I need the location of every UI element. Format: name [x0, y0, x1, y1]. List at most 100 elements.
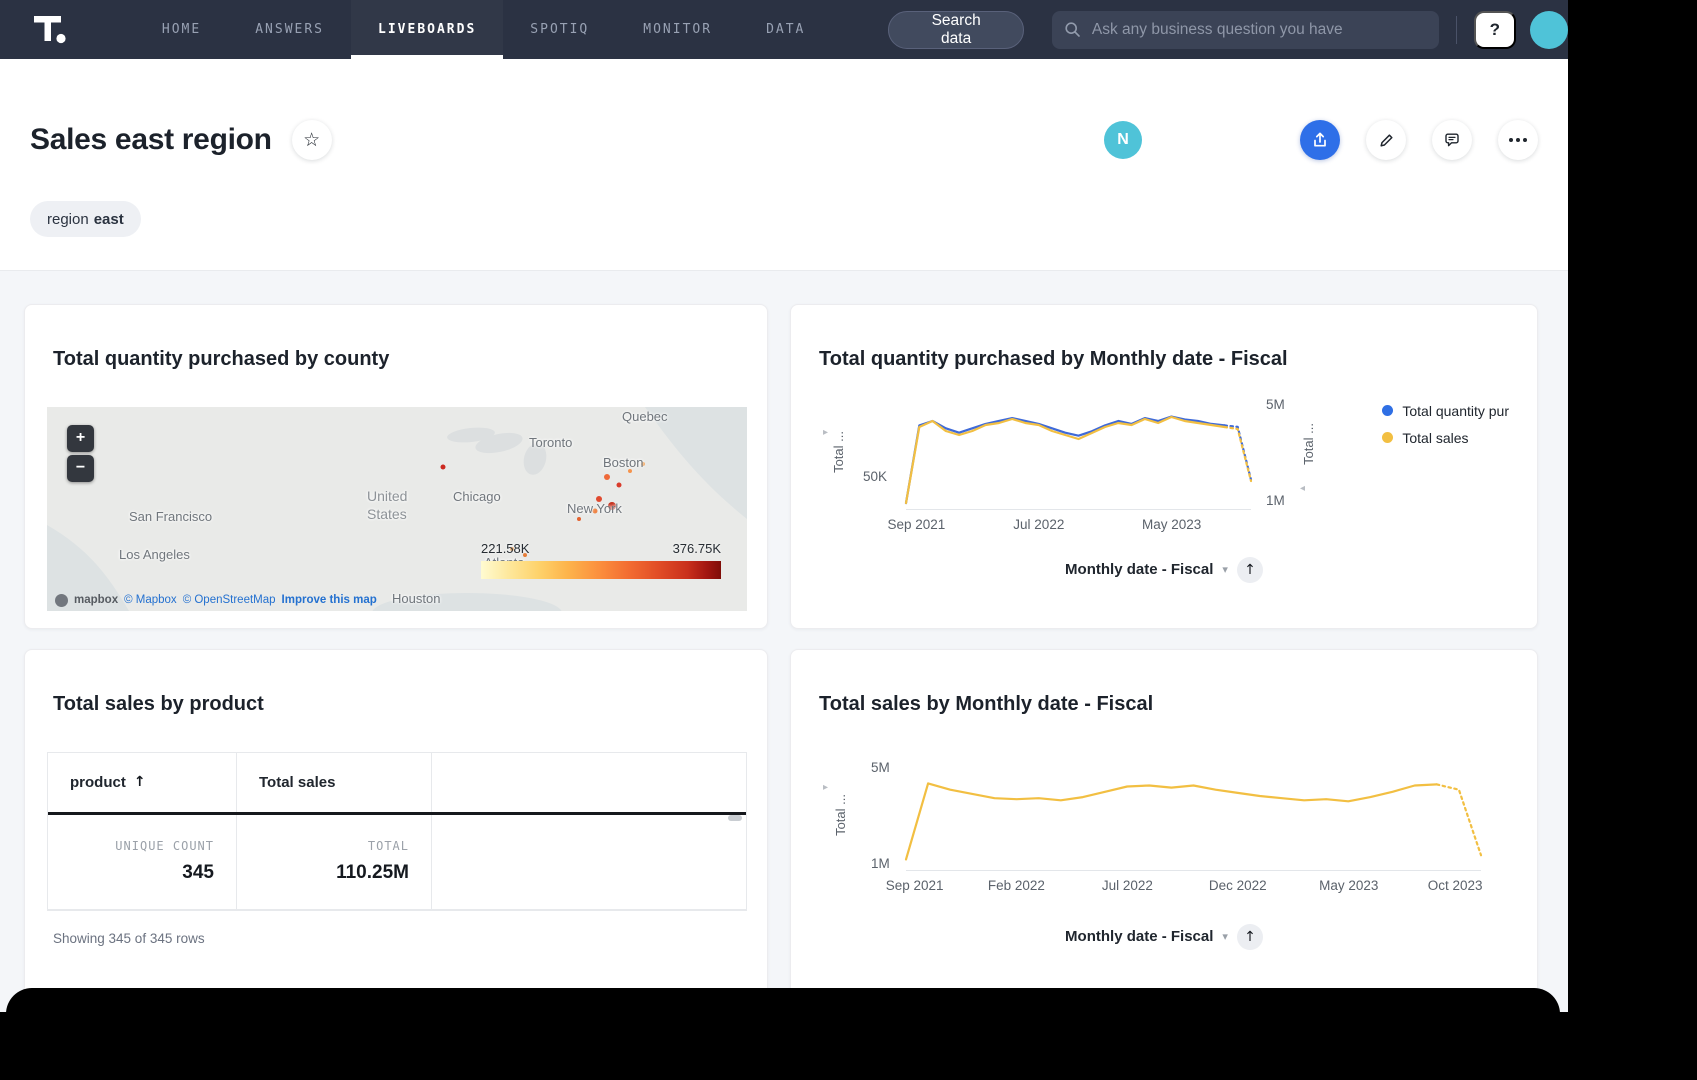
nav-divider [1456, 16, 1457, 44]
card-title: Total quantity purchased by Monthly date… [819, 348, 1509, 371]
star-icon: ☆ [303, 129, 320, 151]
pencil-icon [1378, 132, 1395, 149]
collaborator-avatar[interactable]: N [1104, 121, 1142, 159]
nav-item-answers[interactable]: ANSWERS [228, 0, 351, 59]
map-label: Toronto [529, 435, 572, 450]
right-axis-tick: 1M [1266, 493, 1285, 508]
column-header-empty [432, 753, 746, 812]
x-axis-field-label[interactable]: Monthly date - Fiscal [1065, 928, 1213, 945]
map-label: Chicago [453, 489, 501, 504]
app-window: HOME ANSWERS LIVEBOARDS SPOTIQ MONITOR D… [0, 0, 1568, 1012]
osm-link[interactable]: © OpenStreetMap [183, 594, 276, 606]
map-zoom-controls: + − [67, 425, 94, 482]
summary-cell-total: TOTAL 110.25M [237, 815, 432, 909]
table-summary-row: UNIQUE COUNT 345 TOTAL 110.25M [48, 815, 746, 910]
edit-button[interactable] [1366, 120, 1406, 160]
summary-label: TOTAL [368, 839, 409, 853]
map-attribution: mapbox © Mapbox © OpenStreetMap Improve … [55, 594, 377, 607]
geo-map[interactable]: Quebec Toronto Boston Chicago New York U… [47, 407, 747, 611]
axis-expand-icon[interactable]: ▸ [823, 782, 828, 793]
ask-question-input[interactable] [1090, 20, 1427, 40]
chart-legend: Total quantity pur Total sales [1382, 403, 1509, 446]
scale-min: 221.58K [481, 541, 529, 556]
liveboard-header: Sales east region ☆ N [0, 59, 1568, 271]
left-axis-tick: 1M [871, 856, 890, 871]
bottom-bar [6, 988, 1560, 1080]
share-button[interactable] [1300, 120, 1340, 160]
nav-item-monitor[interactable]: MONITOR [616, 0, 739, 59]
nav-item-spotiq[interactable]: SPOTIQ [503, 0, 616, 59]
right-axis-label: Total ... [1301, 423, 1316, 465]
chart-area: ▸ Total ... 5M 1M Sep 2021 Feb 2022 Jul … [819, 756, 1509, 906]
x-tick: Sep 2021 [887, 517, 945, 532]
user-avatar[interactable] [1530, 11, 1568, 49]
map-label: Quebec [622, 409, 668, 424]
map-label: New York [567, 501, 622, 516]
arrow-up-icon: ↑ [1244, 562, 1256, 578]
thoughtspot-logo-icon[interactable] [30, 8, 73, 52]
chart-area: ▸ Total ... 50K 5M 1M Total ... ◂ Total … [819, 397, 1509, 539]
summary-label: UNIQUE COUNT [115, 839, 214, 853]
header-actions: N [1104, 120, 1538, 160]
comment-button[interactable] [1432, 120, 1472, 160]
filter-chip-region[interactable]: region east [30, 201, 141, 237]
move-axis-up-button[interactable]: ↑ [1237, 924, 1263, 950]
summary-value: 110.25M [336, 862, 409, 884]
x-tick: Jul 2022 [1102, 878, 1153, 893]
mapbox-link[interactable]: © Mapbox [124, 594, 177, 606]
zoom-in-button[interactable]: + [67, 425, 94, 452]
map-label: Boston [603, 455, 643, 470]
card-title: Total sales by product [53, 693, 745, 716]
axis-collapse-icon[interactable]: ◂ [1300, 483, 1305, 494]
axis-expand-icon[interactable]: ▸ [823, 427, 828, 438]
x-axis-ticks: Sep 2021 Jul 2022 May 2023 [906, 517, 1251, 535]
legend-item-sales[interactable]: Total sales [1382, 430, 1509, 446]
improve-map-link[interactable]: Improve this map [282, 594, 377, 606]
map-label: United States [367, 487, 431, 525]
left-axis-label: Total ... [833, 794, 848, 836]
x-tick: Oct 2023 [1428, 878, 1483, 893]
arrow-up-icon: ↑ [1244, 929, 1256, 945]
help-button[interactable]: ? [1474, 11, 1516, 49]
scale-max: 376.75K [673, 541, 721, 556]
caret-down-icon[interactable]: ▾ [1222, 930, 1228, 943]
ask-question-box [1052, 11, 1439, 49]
search-data-button[interactable]: Search data [888, 11, 1024, 49]
column-header-total-sales[interactable]: Total sales [237, 753, 432, 812]
ellipsis-icon [1509, 138, 1527, 142]
summary-cell-empty [432, 815, 746, 909]
search-icon [1064, 21, 1081, 38]
sort-ascending-icon: ↑ [134, 774, 146, 790]
nav-item-data[interactable]: DATA [739, 0, 832, 59]
filter-chip-field: region [47, 211, 89, 228]
share-icon [1311, 131, 1329, 149]
favorite-star-button[interactable]: ☆ [292, 120, 332, 160]
more-options-button[interactable] [1498, 120, 1538, 160]
x-tick: May 2023 [1142, 517, 1201, 532]
table-scrollbar-thumb[interactable] [728, 815, 742, 821]
nav-item-liveboards[interactable]: LIVEBOARDS [351, 0, 503, 59]
card-title: Total sales by Monthly date - Fiscal [819, 693, 1509, 716]
heat-scale: 221.58K 376.75K [481, 541, 721, 579]
table-header-row: product ↑ Total sales [48, 753, 746, 815]
column-header-product[interactable]: product ↑ [48, 753, 237, 812]
x-tick: May 2023 [1319, 878, 1378, 893]
legend-label: Total sales [1402, 430, 1468, 446]
top-nav: HOME ANSWERS LIVEBOARDS SPOTIQ MONITOR D… [0, 0, 1568, 59]
legend-item-quantity[interactable]: Total quantity pur [1382, 403, 1509, 419]
x-axis-field-label[interactable]: Monthly date - Fiscal [1065, 561, 1213, 578]
move-axis-up-button[interactable]: ↑ [1237, 557, 1263, 583]
row-count-note: Showing 345 of 345 rows [53, 931, 745, 946]
map-label: Los Angeles [119, 547, 190, 562]
line-plot[interactable] [906, 399, 1251, 510]
card-quantity-by-month: Total quantity purchased by Monthly date… [790, 304, 1538, 629]
heat-gradient-bar [481, 561, 721, 579]
x-tick: Sep 2021 [886, 878, 944, 893]
x-tick: Dec 2022 [1209, 878, 1267, 893]
mapbox-wordmark: mapbox [74, 594, 118, 606]
zoom-out-button[interactable]: − [67, 455, 94, 482]
page-title: Sales east region [30, 123, 272, 157]
line-plot[interactable] [906, 758, 1481, 871]
nav-item-home[interactable]: HOME [135, 0, 228, 59]
caret-down-icon[interactable]: ▾ [1222, 563, 1228, 576]
